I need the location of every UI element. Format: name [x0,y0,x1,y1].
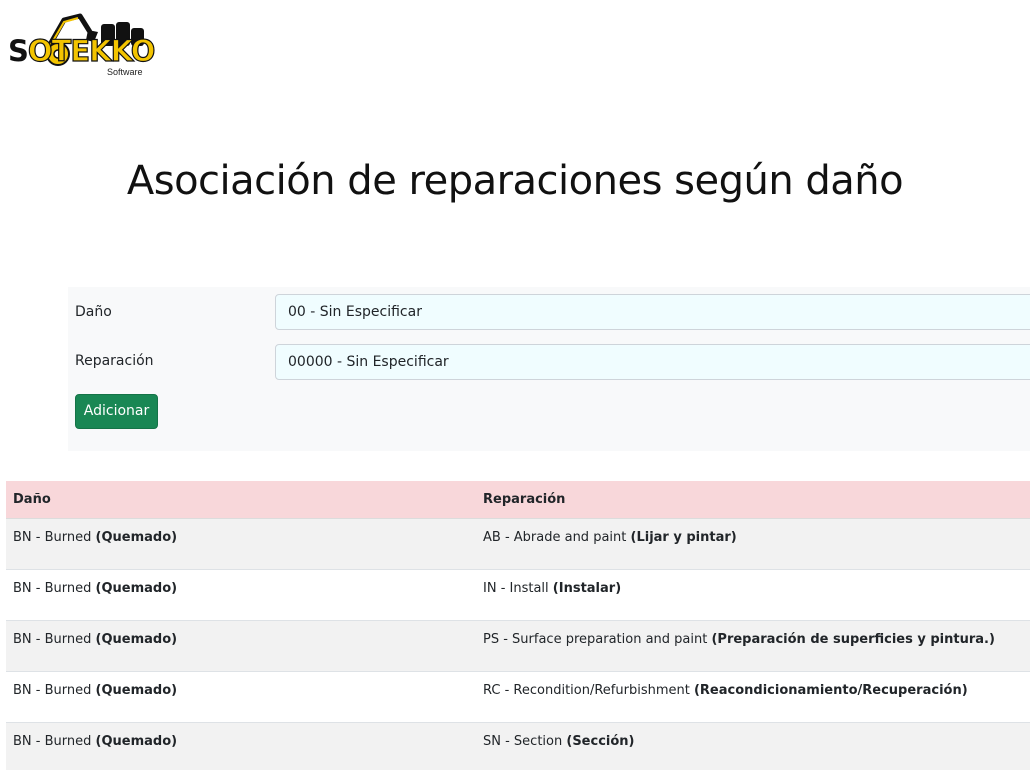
repair-cell: IN - Install (Instalar) [476,569,1030,621]
damage-label: Daño [75,304,112,320]
damage-cell: BN - Burned (Quemado) [6,722,476,770]
associations-table: Daño Reparación BN - Burned (Quemado) AB… [6,481,1030,770]
table-header-row: Daño Reparación [6,481,1030,519]
damage-select[interactable]: 00 - Sin Especificar [275,294,1030,330]
table-row[interactable]: BN - Burned (Quemado) SN - Section (Secc… [6,722,1030,770]
damage-cell: BN - Burned (Quemado) [6,569,476,621]
table-row[interactable]: BN - Burned (Quemado) RC - Recondition/R… [6,671,1030,723]
add-button[interactable]: Adicionar [75,394,158,429]
table-row[interactable]: BN - Burned (Quemado) AB - Abrade and pa… [6,518,1030,570]
repair-cell: PS - Surface preparation and paint (Prep… [476,620,1030,672]
column-header-damage: Daño [6,481,476,519]
repair-label: Reparación [75,353,154,369]
damage-cell: BN - Burned (Quemado) [6,671,476,723]
table-row[interactable]: BN - Burned (Quemado) IN - Install (Inst… [6,569,1030,621]
column-header-repair: Reparación [476,481,1030,519]
logo-wordmark: SOTEKKO [8,34,156,68]
association-form: Daño 00 - Sin Especificar Reparación 000… [68,287,1030,451]
damage-cell: BN - Burned (Quemado) [6,620,476,672]
repair-cell: AB - Abrade and paint (Lijar y pintar) [476,518,1030,570]
damage-cell: BN - Burned (Quemado) [6,518,476,570]
repair-cell: RC - Recondition/Refurbishment (Reacondi… [476,671,1030,723]
table-row[interactable]: BN - Burned (Quemado) PS - Surface prepa… [6,620,1030,672]
logo-subtitle: Software [107,67,143,77]
company-logo: SOTEKKO Software [6,10,156,78]
page-title: Asociación de reparaciones según daño [126,158,904,204]
repair-select[interactable]: 00000 - Sin Especificar [275,344,1030,380]
repair-cell: SN - Section (Sección) [476,722,1030,770]
